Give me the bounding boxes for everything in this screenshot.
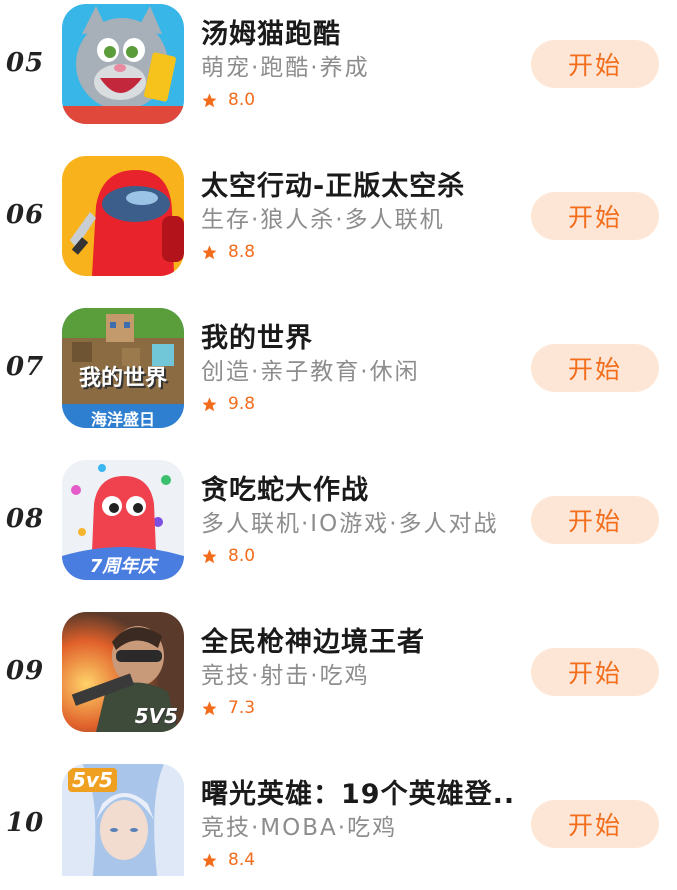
icon-logo-text: 我的世界 xyxy=(78,366,167,391)
rating-value: 8.4 xyxy=(228,850,256,870)
game-title[interactable]: 贪吃蛇大作战 xyxy=(201,468,369,507)
start-button[interactable]: 开始 xyxy=(531,800,659,848)
game-title[interactable]: 太空行动-正版太空杀 xyxy=(201,164,465,203)
start-button[interactable]: 开始 xyxy=(531,344,659,392)
game-tags: 创造·亲子教育·休闲 xyxy=(201,359,420,385)
star-icon xyxy=(202,244,217,259)
star-icon xyxy=(202,92,217,107)
game-rating: 9.8 xyxy=(201,394,255,414)
star-icon xyxy=(202,700,217,715)
game-rating: 8.4 xyxy=(201,850,255,870)
game-rating: 8.0 xyxy=(201,546,255,566)
game-tags: 生存·狼人杀·多人联机 xyxy=(201,207,445,233)
icon-banner-text: 7周年庆 xyxy=(89,556,157,577)
hero-icon[interactable]: 5v5 xyxy=(62,764,184,876)
star-icon xyxy=(202,396,217,411)
icon-badge-text: 5v5 xyxy=(68,768,117,792)
game-list-item[interactable]: 08 7周年庆 贪吃蛇大作战 多人联机·IO游戏·多人对战 8.0 开始 xyxy=(0,456,677,586)
game-title[interactable]: 全民枪神边境王者 xyxy=(201,620,425,659)
rank-number: 05 xyxy=(6,48,45,78)
rank-number: 07 xyxy=(6,352,45,382)
game-rating: 8.0 xyxy=(201,90,255,110)
start-button[interactable]: 开始 xyxy=(531,192,659,240)
game-list-item[interactable]: 09 5V5 全民枪神边境王者 竞技·射击·吃鸡 7.3 开始 xyxy=(0,608,677,738)
icon-banner-text: 海洋盛日 xyxy=(90,410,155,428)
star-icon xyxy=(202,852,217,867)
game-list-item[interactable]: 10 5v5 曙光英雄：19个英雄登.. 竞技·MOBA·吃鸡 8.4 开始 xyxy=(0,760,677,890)
rating-value: 8.0 xyxy=(228,546,256,566)
game-title[interactable]: 汤姆猫跑酷 xyxy=(201,12,341,51)
game-tags: 竞技·MOBA·吃鸡 xyxy=(201,815,398,841)
rating-value: 7.3 xyxy=(228,698,256,718)
rating-value: 9.8 xyxy=(228,394,256,414)
game-tags: 多人联机·IO游戏·多人对战 xyxy=(201,511,499,537)
icon-badge-text: 5V5 xyxy=(134,704,178,728)
rating-value: 8.0 xyxy=(228,90,256,110)
game-list-item[interactable]: 07 我的世界 海洋盛日 我的世界 创造·亲子教育·休闲 9.8 开始 xyxy=(0,304,677,434)
game-rating: 7.3 xyxy=(201,698,255,718)
game-tags: 萌宠·跑酷·养成 xyxy=(201,55,370,81)
game-list-item[interactable]: 05 汤姆猫跑酷 萌宠·跑酷·养成 8.0 开始 xyxy=(0,0,677,130)
start-button[interactable]: 开始 xyxy=(531,648,659,696)
start-button[interactable]: 开始 xyxy=(531,40,659,88)
talking-tom-icon[interactable] xyxy=(62,4,184,124)
start-button[interactable]: 开始 xyxy=(531,496,659,544)
soldier-icon[interactable]: 5V5 xyxy=(62,612,184,732)
rating-value: 8.8 xyxy=(228,242,256,262)
game-title[interactable]: 我的世界 xyxy=(201,316,313,355)
game-list-item[interactable]: 06 太空行动-正版太空杀 生存·狼人杀·多人联机 8.8 开始 xyxy=(0,152,677,282)
rank-number: 08 xyxy=(6,504,45,534)
rank-number: 10 xyxy=(6,808,45,838)
rank-number: 06 xyxy=(6,200,45,230)
minecraft-icon[interactable]: 我的世界 海洋盛日 xyxy=(62,308,184,428)
snake-icon[interactable]: 7周年庆 xyxy=(62,460,184,580)
red-crewmate-icon[interactable] xyxy=(62,156,184,276)
game-title[interactable]: 曙光英雄：19个英雄登.. xyxy=(201,772,515,811)
star-icon xyxy=(202,548,217,563)
game-rating: 8.8 xyxy=(201,242,255,262)
game-tags: 竞技·射击·吃鸡 xyxy=(201,663,370,689)
rank-number: 09 xyxy=(6,656,45,686)
